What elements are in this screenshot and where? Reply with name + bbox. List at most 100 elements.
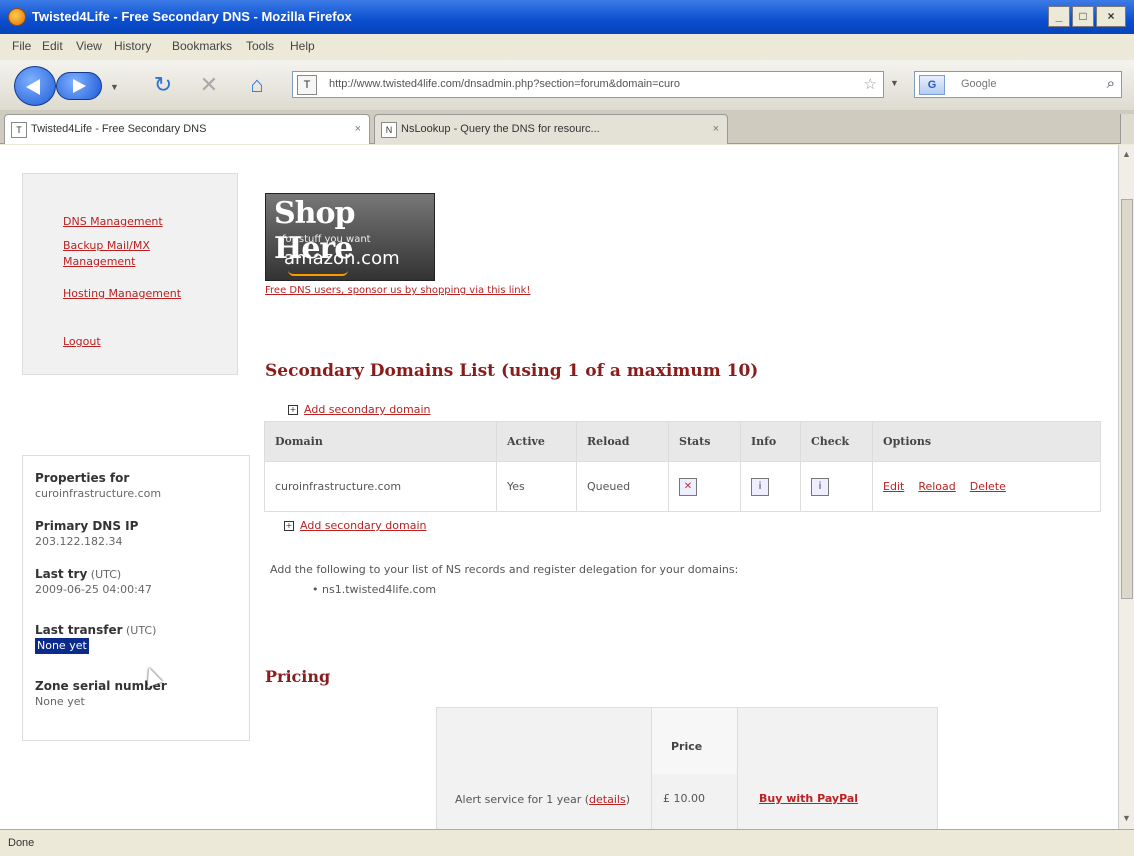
info-icon[interactable]: i [751,477,769,496]
details-link[interactable]: details [589,793,626,806]
sidebar-item-backup-mail[interactable]: Backup Mail/MX Management [63,238,203,270]
menu-bar: File Edit View History Bookmarks Tools H… [0,34,1134,60]
status-bar: Done [0,829,1134,856]
tab-label: NsLookup - Query the DNS for resourc... [401,123,600,135]
last-transfer-value[interactable]: None yet [35,638,89,654]
forward-button[interactable] [56,72,102,100]
tab-nslookup[interactable]: N NsLookup - Query the DNS for resourc..… [374,114,728,144]
stop-icon[interactable]: ✕ [196,72,222,98]
cell-active: Yes [496,461,577,512]
tab-close-icon[interactable]: × [713,123,719,135]
col-reload: Reload [576,421,669,462]
history-dropdown-icon[interactable]: ▼ [110,82,119,92]
add-icon: + [284,521,294,531]
col-divider [651,708,652,829]
tab-twisted4life[interactable]: T Twisted4Life - Free Secondary DNS × [4,114,370,144]
sidebar-item-hosting[interactable]: Hosting Management [63,286,193,302]
check-icon[interactable]: i [811,477,829,496]
menu-help[interactable]: Help [290,39,315,53]
last-try-label: Last try (UTC) [35,567,122,581]
firefox-icon [8,8,26,26]
pricing-item: Alert service for 1 year (details) [455,793,630,806]
minimize-button[interactable]: _ [1048,6,1070,27]
url-dropdown-icon[interactable]: ▼ [890,78,899,88]
properties-heading: Properties for [35,471,130,485]
menu-file[interactable]: File [12,39,31,53]
cell-reload: Queued [576,461,669,512]
buy-paypal-link[interactable]: Buy with PayPal [759,792,858,805]
home-icon[interactable]: ⌂ [244,72,270,98]
scroll-down-icon[interactable]: ▼ [1122,813,1131,823]
url-text[interactable]: http://www.twisted4life.com/dnsadmin.php… [329,78,849,90]
sponsor-link[interactable]: Free DNS users, sponsor us by shopping v… [265,285,530,296]
address-bar[interactable]: T http://www.twisted4life.com/dnsadmin.p… [292,71,884,98]
browser-window: Twisted4Life - Free Secondary DNS - Mozi… [0,0,1134,856]
sidebar-item-dns-management[interactable]: DNS Management [63,214,233,230]
search-icon[interactable]: ⌕ [1107,75,1115,92]
search-box[interactable]: G Google ⌕ [914,71,1122,98]
back-button[interactable] [14,66,56,106]
add-icon: + [288,405,298,415]
amazon-smile-icon [288,270,348,276]
edit-link[interactable]: Edit [883,480,904,493]
ns-record: • ns1.twisted4life.com [312,583,437,596]
col-divider [737,708,738,829]
last-try-value: 2009-06-25 04:00:47 [35,583,152,596]
close-button[interactable]: × [1096,6,1126,27]
table-header: Domain Active Reload Stats Info Check Op… [264,421,1101,462]
tab-close-icon[interactable]: × [355,123,361,135]
navigation-toolbar: ▼ ↻ ✕ ⌂ T http://www.twisted4life.com/dn… [0,60,1134,110]
table-row: curoinfrastructure.com Yes Queued ✕ i i … [264,461,1101,512]
bookmark-star-icon[interactable]: ☆ [864,75,877,93]
tab-label: Twisted4Life - Free Secondary DNS [31,123,207,135]
scroll-thumb[interactable] [1121,199,1133,599]
maximize-button[interactable]: □ [1072,6,1094,27]
last-transfer-label: Last transfer (UTC) [35,623,157,637]
sidebar-item-logout[interactable]: Logout [63,334,101,350]
cell-domain: curoinfrastructure.com [264,461,497,512]
menu-view[interactable]: View [76,39,102,53]
page-content: DNS Management Backup Mail/MX Management… [0,145,1118,829]
tab-scroll-button[interactable] [1120,114,1134,144]
col-stats: Stats [668,421,741,462]
reload-icon[interactable]: ↻ [150,72,176,98]
add-domain-link-bottom[interactable]: + Add secondary domain [284,519,427,532]
domain-properties-panel: Properties for curoinfrastructure.com Pr… [22,455,250,741]
tab-bar: T Twisted4Life - Free Secondary DNS × N … [0,110,1134,144]
col-domain: Domain [264,421,497,462]
col-check: Check [800,421,873,462]
amazon-logo: amazon.com [284,248,400,269]
cell-info: i [740,461,801,512]
menu-edit[interactable]: Edit [42,39,63,53]
menu-tools[interactable]: Tools [246,39,274,53]
scroll-up-icon[interactable]: ▲ [1122,149,1131,159]
delete-link[interactable]: Delete [970,480,1006,493]
serial-value: None yet [35,695,85,708]
pricing-table: Price Alert service for 1 year (details)… [436,707,938,829]
window-title: Twisted4Life - Free Secondary DNS - Mozi… [32,9,352,24]
cell-options: Edit Reload Delete [872,461,1101,512]
section-title: Secondary Domains List (using 1 of a max… [265,361,759,381]
add-domain-link-top[interactable]: + Add secondary domain [288,403,431,416]
search-engine-icon[interactable]: G [919,75,945,95]
stats-icon[interactable]: ✕ [679,477,697,496]
price-header: Price [671,740,703,753]
title-bar: Twisted4Life - Free Secondary DNS - Mozi… [0,0,1134,34]
amazon-banner[interactable]: Shop Here for stuff you want amazon.com [265,193,435,281]
col-info: Info [740,421,801,462]
reload-link[interactable]: Reload [918,480,955,493]
vertical-scrollbar[interactable]: ▲ ▼ [1118,145,1134,829]
pricing-title: Pricing [265,667,331,686]
primary-ip-label: Primary DNS IP [35,519,139,533]
status-text: Done [8,837,35,849]
primary-ip-value: 203.122.182.34 [35,535,123,548]
site-favicon: T [297,75,317,95]
tab-favicon: N [381,122,397,138]
menu-bookmarks[interactable]: Bookmarks [172,39,232,53]
ns-instructions: Add the following to your list of NS rec… [270,563,739,576]
menu-history[interactable]: History [114,39,151,53]
search-placeholder[interactable]: Google [961,78,996,90]
pricing-value: £ 10.00 [663,792,705,805]
banner-tagline: for stuff you want [282,234,371,245]
domains-table: Domain Active Reload Stats Info Check Op… [264,421,1101,512]
